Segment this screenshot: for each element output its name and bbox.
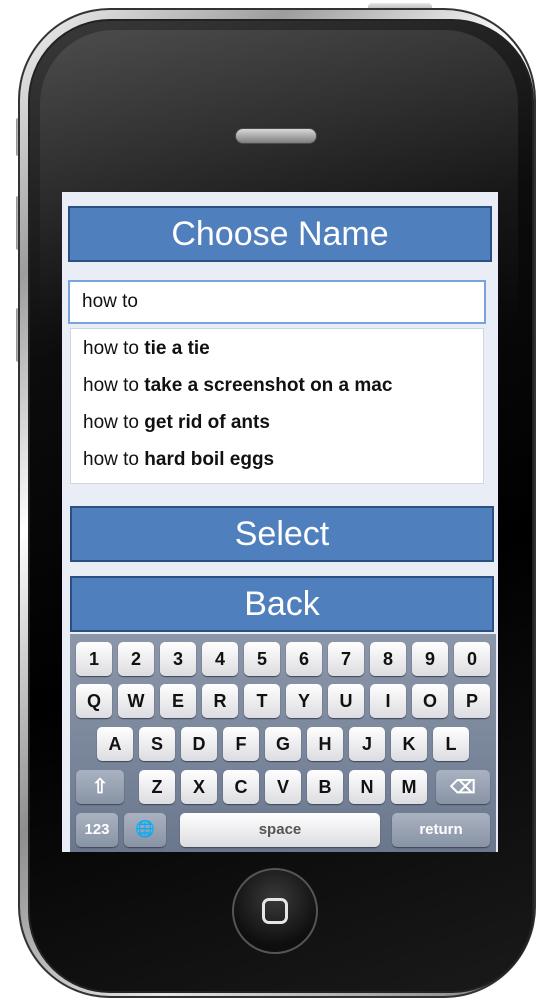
back-button[interactable]: Back	[70, 576, 494, 632]
suggestion-item[interactable]: how to tie a tie	[71, 333, 483, 370]
delete-key[interactable]: ⌫	[436, 770, 490, 804]
key-z[interactable]: Z	[139, 770, 175, 804]
shift-key[interactable]: ⇧	[76, 770, 124, 804]
key-l[interactable]: L	[433, 727, 469, 761]
key-a[interactable]: A	[97, 727, 133, 761]
page-title: Choose Name	[68, 206, 492, 262]
keyboard-row-qwerty: Q W E R T Y U I O P	[70, 684, 496, 720]
search-input[interactable]: how to	[68, 280, 486, 324]
keyboard-row-zxcv: ⇧ Z X C V B N M ⌫	[70, 770, 496, 806]
key-8[interactable]: 8	[370, 642, 406, 676]
key-m[interactable]: M	[391, 770, 427, 804]
home-button-icon	[262, 898, 288, 924]
key-n[interactable]: N	[349, 770, 385, 804]
key-b[interactable]: B	[307, 770, 343, 804]
suggestion-prefix: how to	[83, 449, 145, 470]
on-screen-keyboard: 1 2 3 4 5 6 7 8 9 0 Q W E R T Y U I O P …	[70, 634, 496, 852]
space-key[interactable]: space	[180, 813, 380, 847]
key-7[interactable]: 7	[328, 642, 364, 676]
key-5[interactable]: 5	[244, 642, 280, 676]
suggestion-prefix: how to	[83, 338, 145, 359]
key-y[interactable]: Y	[286, 684, 322, 718]
suggestion-completion: hard boil eggs	[144, 449, 275, 470]
key-r[interactable]: R	[202, 684, 238, 718]
numbers-key[interactable]: 123	[76, 813, 118, 847]
suggestion-item[interactable]: how to get rid of ants	[71, 407, 483, 444]
key-c[interactable]: C	[223, 770, 259, 804]
key-i[interactable]: I	[370, 684, 406, 718]
key-o[interactable]: O	[412, 684, 448, 718]
key-1[interactable]: 1	[76, 642, 112, 676]
key-e[interactable]: E	[160, 684, 196, 718]
suggestion-prefix: how to	[83, 375, 145, 396]
suggestion-completion: get rid of ants	[144, 412, 270, 433]
key-w[interactable]: W	[118, 684, 154, 718]
suggestion-completion: tie a tie	[144, 338, 210, 359]
globe-key[interactable]: 🌐	[124, 813, 166, 847]
key-d[interactable]: D	[181, 727, 217, 761]
key-9[interactable]: 9	[412, 642, 448, 676]
key-q[interactable]: Q	[76, 684, 112, 718]
home-button[interactable]	[232, 868, 318, 954]
key-s[interactable]: S	[139, 727, 175, 761]
phone-screen: Choose Name how to how to tie a tie how …	[62, 192, 498, 852]
key-k[interactable]: K	[391, 727, 427, 761]
suggestion-prefix: how to	[83, 412, 145, 433]
key-p[interactable]: P	[454, 684, 490, 718]
key-3[interactable]: 3	[160, 642, 196, 676]
key-6[interactable]: 6	[286, 642, 322, 676]
key-4[interactable]: 4	[202, 642, 238, 676]
key-v[interactable]: V	[265, 770, 301, 804]
return-key[interactable]: return	[392, 813, 490, 847]
keyboard-row-bottom: 123 🌐 space return	[70, 813, 496, 849]
speaker-grille	[235, 128, 317, 144]
suggestion-item[interactable]: how to hard boil eggs	[71, 444, 483, 481]
globe-icon: 🌐	[135, 821, 155, 838]
key-x[interactable]: X	[181, 770, 217, 804]
key-u[interactable]: U	[328, 684, 364, 718]
key-t[interactable]: T	[244, 684, 280, 718]
keyboard-row-asdf: A S D F G H J K L	[70, 727, 496, 763]
keyboard-row-numbers: 1 2 3 4 5 6 7 8 9 0	[70, 642, 496, 678]
suggestion-item[interactable]: how to take a screenshot on a mac	[71, 370, 483, 407]
key-f[interactable]: F	[223, 727, 259, 761]
delete-icon: ⌫	[450, 777, 476, 797]
suggestion-completion: take a screenshot on a mac	[144, 375, 393, 396]
key-2[interactable]: 2	[118, 642, 154, 676]
key-j[interactable]: J	[349, 727, 385, 761]
key-h[interactable]: H	[307, 727, 343, 761]
select-button[interactable]: Select	[70, 506, 494, 562]
shift-icon: ⇧	[91, 776, 109, 798]
autocomplete-list: how to tie a tie how to take a screensho…	[70, 328, 484, 484]
key-g[interactable]: G	[265, 727, 301, 761]
key-0[interactable]: 0	[454, 642, 490, 676]
